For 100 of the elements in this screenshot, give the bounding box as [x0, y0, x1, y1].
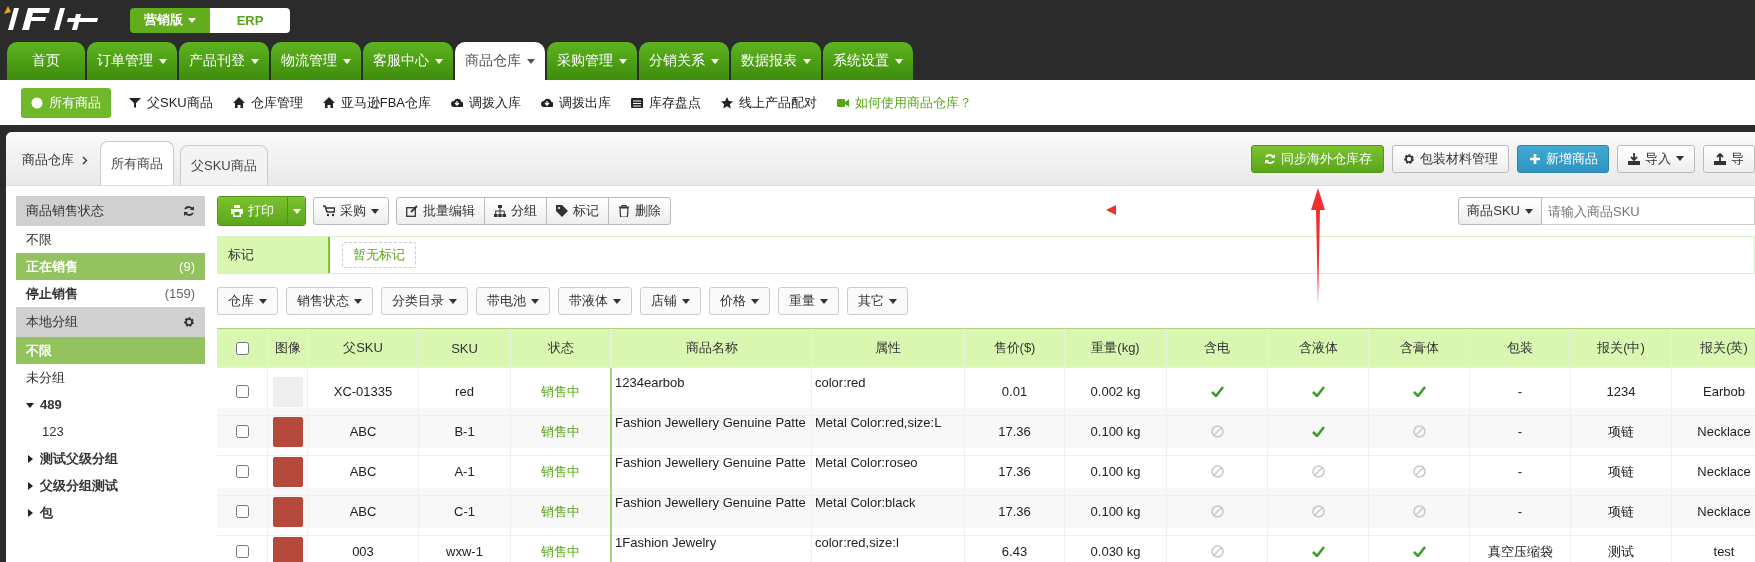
- photo-placeholder: [272, 536, 303, 562]
- table-cell: 项链: [1571, 408, 1672, 456]
- subnav-item[interactable]: 仓库管理: [230, 87, 305, 118]
- filter-dropdown[interactable]: 带液体: [558, 287, 632, 315]
- plus-icon: [1528, 152, 1541, 165]
- print-menu-button[interactable]: [287, 197, 305, 225]
- caret-icon: [820, 298, 828, 304]
- column-header: 含液体: [1268, 329, 1369, 368]
- photo-placeholder: [272, 496, 303, 527]
- caret-icon: [682, 298, 690, 304]
- group-item[interactable]: 未分组: [16, 364, 205, 391]
- column-header: 售价($): [965, 329, 1065, 368]
- video-camera-icon: [837, 96, 850, 109]
- home-icon: [322, 96, 335, 109]
- caret-down-icon: [26, 400, 34, 409]
- subnav-item[interactable]: 父SKU商品: [127, 87, 215, 118]
- caret-icon: [188, 17, 196, 23]
- subnav-item[interactable]: 线上产品配对: [719, 87, 820, 118]
- sync-icon: [1263, 152, 1276, 165]
- filter-dropdown[interactable]: 重量: [778, 287, 839, 315]
- mark-label: 标记: [218, 237, 330, 273]
- table-cell: 17.36: [965, 408, 1065, 456]
- list-icon: [631, 96, 644, 109]
- row-checkbox[interactable]: [235, 465, 249, 478]
- hierarchy-icon: [494, 205, 506, 217]
- home-icon: [232, 96, 245, 109]
- settings-icon: [183, 316, 195, 328]
- tag-icon: [556, 205, 568, 217]
- filter-dropdown[interactable]: 带电池: [476, 287, 550, 315]
- filter-dropdown[interactable]: 价格: [709, 287, 770, 315]
- page-tab[interactable]: 父SKU商品: [180, 145, 268, 185]
- row-checkbox[interactable]: [235, 505, 249, 518]
- caret-right-icon: [26, 508, 34, 517]
- subnav-item[interactable]: 亚马逊FBA仓库: [320, 87, 434, 118]
- photo-placeholder: [272, 416, 303, 447]
- trash-icon: [618, 205, 630, 217]
- table-cell: Necklace: [1672, 408, 1755, 456]
- column-header: 报关(中): [1571, 329, 1672, 368]
- column-header: 图像: [268, 329, 308, 368]
- empty-tag: 暂无标记: [342, 242, 416, 268]
- filter-dropdown[interactable]: 销售状态: [286, 287, 373, 315]
- column-header: 包装: [1470, 329, 1571, 368]
- toolbar-button[interactable]: 采购: [313, 197, 389, 225]
- row-checkbox[interactable]: [235, 385, 249, 398]
- nav-tab[interactable]: 商品仓库: [455, 42, 545, 80]
- row-checkbox[interactable]: [235, 425, 249, 438]
- refresh-icon: [183, 205, 195, 217]
- header-button[interactable]: 导入: [1617, 144, 1695, 173]
- subnav-item[interactable]: 调拨出库: [539, 87, 614, 118]
- caret-icon: [354, 298, 362, 304]
- row-checkbox[interactable]: [235, 545, 249, 558]
- group-item[interactable]: 父级分组测试: [16, 472, 205, 499]
- filter-icon: [129, 96, 141, 109]
- upload-icon: [1714, 152, 1726, 165]
- toolbar-button[interactable]: 删除: [608, 197, 671, 225]
- table-cell: Metal Color:red,size:L: [812, 408, 965, 456]
- subnav-item[interactable]: 调拨入库: [449, 87, 524, 118]
- filter-dropdown[interactable]: 仓库: [217, 287, 278, 315]
- header-button[interactable]: 包装材料管理: [1392, 144, 1509, 173]
- table-cell: Fashion Jewellery Genuine Patte: [612, 488, 812, 536]
- column-header: 重量(kg): [1065, 329, 1167, 368]
- group-item[interactable]: 123: [16, 418, 205, 445]
- group-item[interactable]: 489: [16, 391, 205, 418]
- status-text: 销售中: [511, 488, 612, 536]
- toolbar-button[interactable]: 分组: [484, 197, 547, 225]
- status-filter-item[interactable]: 不限: [16, 226, 205, 253]
- breadcrumb-root[interactable]: 商品仓库: [22, 151, 74, 169]
- caret-right-icon: [26, 481, 34, 490]
- table-cell: 0.100 kg: [1065, 408, 1167, 456]
- caret-icon: [613, 298, 621, 304]
- star-icon: [721, 96, 734, 109]
- page-tab[interactable]: 所有商品: [100, 141, 174, 185]
- table-cell: 0.100 kg: [1065, 488, 1167, 536]
- filter-dropdown[interactable]: 其它: [847, 287, 908, 315]
- caret-icon: [449, 298, 457, 304]
- group-item[interactable]: 测试父级分组: [16, 445, 205, 472]
- table-cell: B-1: [419, 408, 511, 456]
- caret-icon: [889, 298, 897, 304]
- group-item[interactable]: 包: [16, 499, 205, 526]
- caret-icon: [531, 298, 539, 304]
- select-all-checkbox[interactable]: [235, 341, 249, 355]
- toolbar-button[interactable]: 标记: [546, 197, 609, 225]
- section-title: 商品销售状态: [26, 202, 104, 220]
- table-cell: -: [1470, 408, 1571, 456]
- header-button[interactable]: 导: [1703, 144, 1755, 173]
- table-cell: 17.36: [965, 488, 1065, 536]
- subnav-item[interactable]: 库存盘点: [629, 87, 704, 118]
- photo-placeholder: [272, 456, 303, 487]
- filter-dropdown[interactable]: 分类目录: [381, 287, 468, 315]
- search-type-dropdown[interactable]: 商品SKU: [1458, 197, 1542, 225]
- caret-icon: [259, 298, 267, 304]
- table-cell: Fashion Jewellery Genuine Patte: [612, 408, 812, 456]
- column-header: 含膏体: [1369, 329, 1470, 368]
- circle-icon: [31, 96, 43, 109]
- status-filter-item[interactable]: 停止销售 (159): [16, 280, 205, 307]
- toolbar-button[interactable]: 批量编辑: [396, 197, 485, 225]
- table-cell: C-1: [419, 488, 511, 536]
- search-field[interactable]: 请输入商品SKU: [1542, 197, 1755, 225]
- filter-dropdown[interactable]: 店铺: [640, 287, 701, 315]
- column-header: 报关(英): [1672, 329, 1755, 368]
